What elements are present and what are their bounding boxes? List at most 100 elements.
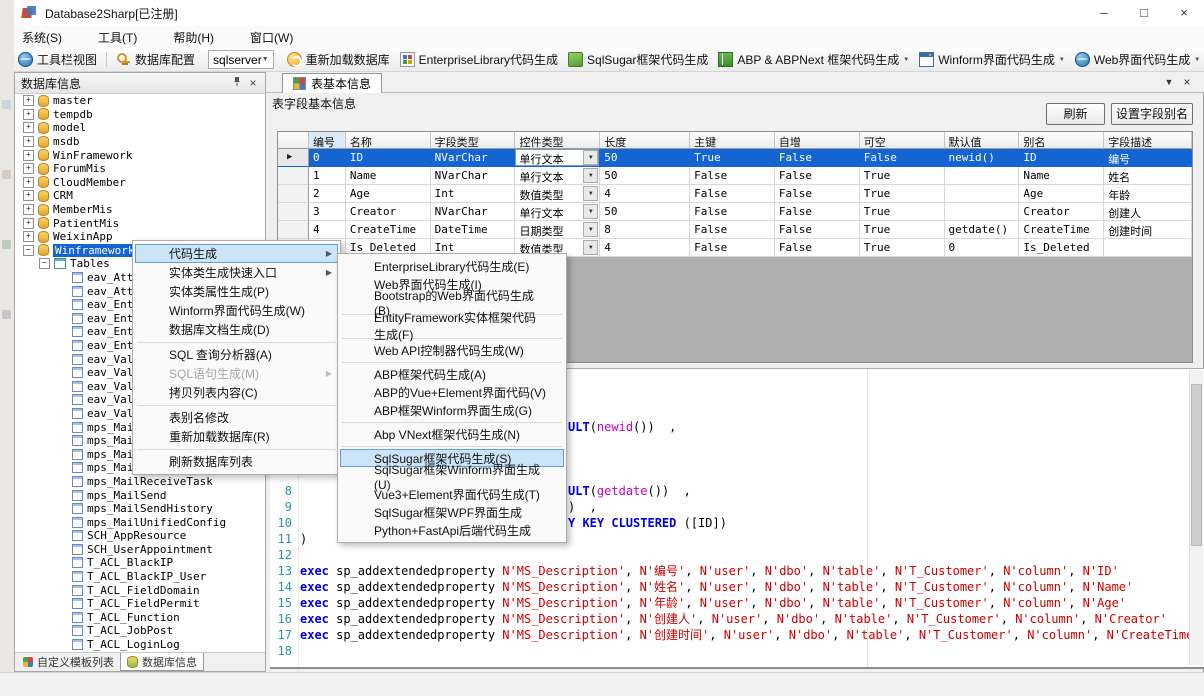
menubar-item[interactable]: 工具(T) <box>84 29 151 46</box>
tree-expand-toggle[interactable]: + <box>23 177 34 188</box>
grid-cell[interactable]: False <box>775 239 860 257</box>
dock-tab-template-list[interactable]: 自定义模板列表 <box>17 653 120 670</box>
database-type-combo[interactable]: sqlserver▼ <box>208 50 274 69</box>
grid-cell[interactable]: Name <box>1019 167 1104 185</box>
grid-cell[interactable]: 年龄 <box>1104 185 1192 203</box>
grid-column-header[interactable]: 编号 <box>309 132 346 149</box>
grid-cell[interactable]: 50 <box>600 149 690 167</box>
grid-cell[interactable]: NVarChar <box>431 203 516 221</box>
grid-column-header[interactable]: 默认值 <box>945 132 1020 149</box>
grid-cell[interactable]: Age <box>1019 185 1104 203</box>
tree-expand-toggle[interactable]: + <box>23 231 34 242</box>
tree-item-table[interactable]: mps_MailUnifiedConfig <box>15 515 265 529</box>
grid-cell[interactable]: False <box>690 203 775 221</box>
code-gen-submenu-item[interactable]: SqlSugar框架Winform界面生成(U) <box>340 467 564 485</box>
grid-cell[interactable]: ID <box>346 149 431 167</box>
grid-cell[interactable]: False <box>775 185 860 203</box>
tree-expand-toggle[interactable]: + <box>23 95 34 106</box>
tree-expand-toggle[interactable]: + <box>23 136 34 147</box>
context-menu-item[interactable]: SQL语句生成(M)▶ <box>135 364 338 383</box>
grid-cell[interactable]: 日期类型▼ <box>515 221 600 239</box>
grid-cell[interactable]: 50 <box>600 203 690 221</box>
context-menu-item[interactable]: SQL 查询分析器(A) <box>135 345 338 364</box>
tree-expand-toggle[interactable]: + <box>23 204 34 215</box>
tree-item-database[interactable]: +tempdb <box>15 108 265 122</box>
tree-item-database[interactable]: +CloudMember <box>15 176 265 190</box>
grid-cell[interactable]: newid() <box>945 149 1020 167</box>
grid-column-header[interactable]: 字段类型 <box>431 132 516 149</box>
code-vertical-scrollbar[interactable] <box>1189 370 1203 665</box>
grid-cell[interactable]: False <box>690 221 775 239</box>
grid-cell[interactable] <box>945 167 1020 185</box>
maximize-button[interactable]: □ <box>1124 0 1164 26</box>
combo-dropdown-button[interactable]: ▼ <box>583 150 598 165</box>
toolbar-button[interactable]: 工具栏视图 <box>13 49 102 70</box>
toolbar-button[interactable]: Winform界面代码生成▼ <box>914 49 1070 70</box>
grid-cell[interactable] <box>945 203 1020 221</box>
toolbar-button[interactable]: 重新加载数据库 <box>282 49 395 70</box>
tree-item-table[interactable]: SCH_UserAppointment <box>15 543 265 557</box>
panel-close-icon[interactable]: × <box>245 75 261 91</box>
context-menu-item[interactable]: 数据库文档生成(D) <box>135 320 338 339</box>
grid-cell[interactable] <box>945 185 1020 203</box>
tree-item-table[interactable]: T_ACL_FieldDomain <box>15 583 265 597</box>
context-menu-item[interactable]: 表别名修改 <box>135 408 338 427</box>
grid-cell[interactable]: True <box>860 203 945 221</box>
context-menu-item[interactable]: 刷新数据库列表 <box>135 452 338 471</box>
tree-expand-toggle[interactable]: + <box>23 122 34 133</box>
tree-expand-toggle[interactable]: + <box>23 109 34 120</box>
grid-cell[interactable]: 数值类型▼ <box>515 185 600 203</box>
tree-item-table[interactable]: T_ACL_BlackIP <box>15 556 265 570</box>
tree-item-table[interactable]: T_ACL_LoginLog <box>15 638 265 652</box>
grid-cell[interactable]: Age <box>346 185 431 203</box>
menubar-item[interactable]: 系统(S) <box>8 29 76 46</box>
combo-dropdown-button[interactable]: ▼ <box>583 204 598 219</box>
grid-cell[interactable]: 编号 <box>1104 149 1192 167</box>
code-gen-submenu-item[interactable]: Vue3+Element界面代码生成(T) <box>340 485 564 503</box>
tree-item-table[interactable]: mps_MailSend <box>15 488 265 502</box>
grid-cell[interactable]: 单行文本▼ <box>515 167 600 185</box>
grid-cell[interactable]: True <box>690 149 775 167</box>
tree-item-database[interactable]: +msdb <box>15 135 265 149</box>
context-menu-item[interactable]: 拷贝列表内容(C) <box>135 383 338 402</box>
grid-cell[interactable]: 0 <box>945 239 1020 257</box>
grid-row-header[interactable] <box>278 185 309 203</box>
grid-cell[interactable]: 单行文本▼ <box>515 203 600 221</box>
combo-dropdown-button[interactable]: ▼ <box>583 240 598 255</box>
grid-cell[interactable]: False <box>690 239 775 257</box>
toolbar-button[interactable]: 数据库配置 <box>111 49 200 70</box>
tree-item-database[interactable]: +PatientMis <box>15 216 265 230</box>
combo-dropdown-button[interactable]: ▼ <box>583 186 598 201</box>
tree-item-table[interactable]: SCH_AppResource <box>15 529 265 543</box>
tree-expand-toggle[interactable]: + <box>23 163 34 174</box>
grid-cell[interactable]: 3 <box>309 203 346 221</box>
tab-close-icon[interactable]: × <box>1178 74 1196 90</box>
grid-cell[interactable] <box>1104 239 1192 257</box>
grid-cell[interactable]: 0 <box>309 149 346 167</box>
grid-row-header[interactable] <box>278 221 309 239</box>
grid-cell[interactable]: Creator <box>346 203 431 221</box>
context-menu-item[interactable]: 实体类生成快速入口▶ <box>135 263 338 282</box>
grid-row-header[interactable] <box>278 167 309 185</box>
toolbar-button[interactable]: Web界面代码生成▼ <box>1070 49 1204 70</box>
grid-cell[interactable]: NVarChar <box>431 167 516 185</box>
grid-cell[interactable]: False <box>690 167 775 185</box>
close-button[interactable]: × <box>1164 0 1204 26</box>
combo-dropdown-button[interactable]: ▼ <box>583 222 598 237</box>
grid-cell[interactable]: False <box>775 203 860 221</box>
code-gen-submenu-item[interactable]: Python+FastApi后端代码生成 <box>340 521 564 539</box>
grid-cell[interactable]: NVarChar <box>431 149 516 167</box>
tree-expand-toggle[interactable]: − <box>39 258 50 269</box>
table-row[interactable]: 1NameNVarChar单行文本▼50FalseFalseTrueName姓名 <box>278 167 1192 185</box>
grid-cell[interactable]: 4 <box>600 185 690 203</box>
set-field-alias-button[interactable]: 设置字段别名 <box>1111 103 1193 125</box>
grid-cell[interactable]: 创建人 <box>1104 203 1192 221</box>
grid-cell[interactable]: ID <box>1019 149 1104 167</box>
grid-cell[interactable]: getdate() <box>945 221 1020 239</box>
toolbar-button[interactable]: ABP & ABPNext 框架代码生成▼ <box>713 49 914 70</box>
grid-cell[interactable]: 4 <box>309 221 346 239</box>
grid-cell[interactable]: True <box>860 167 945 185</box>
grid-column-header[interactable]: 别名 <box>1019 132 1104 149</box>
grid-cell[interactable]: Creator <box>1019 203 1104 221</box>
tree-item-table[interactable]: T_ACL_JobPost <box>15 624 265 638</box>
